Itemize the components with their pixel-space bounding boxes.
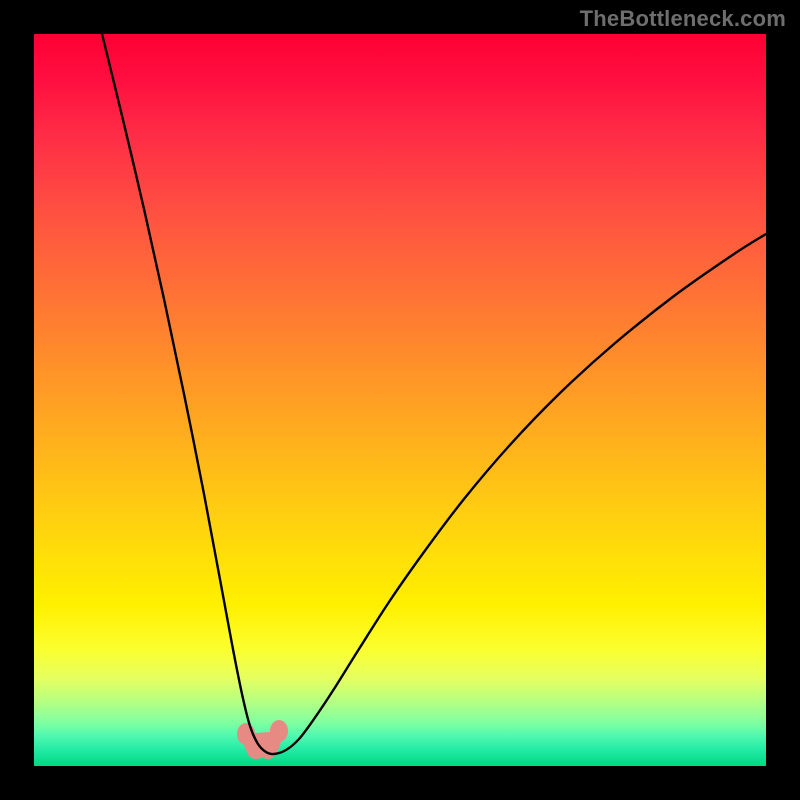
plot-area [34, 34, 766, 766]
bottleneck-curve [102, 34, 766, 754]
chart-frame: TheBottleneck.com [0, 0, 800, 800]
watermark-text: TheBottleneck.com [580, 6, 786, 32]
chart-svg [34, 34, 766, 766]
